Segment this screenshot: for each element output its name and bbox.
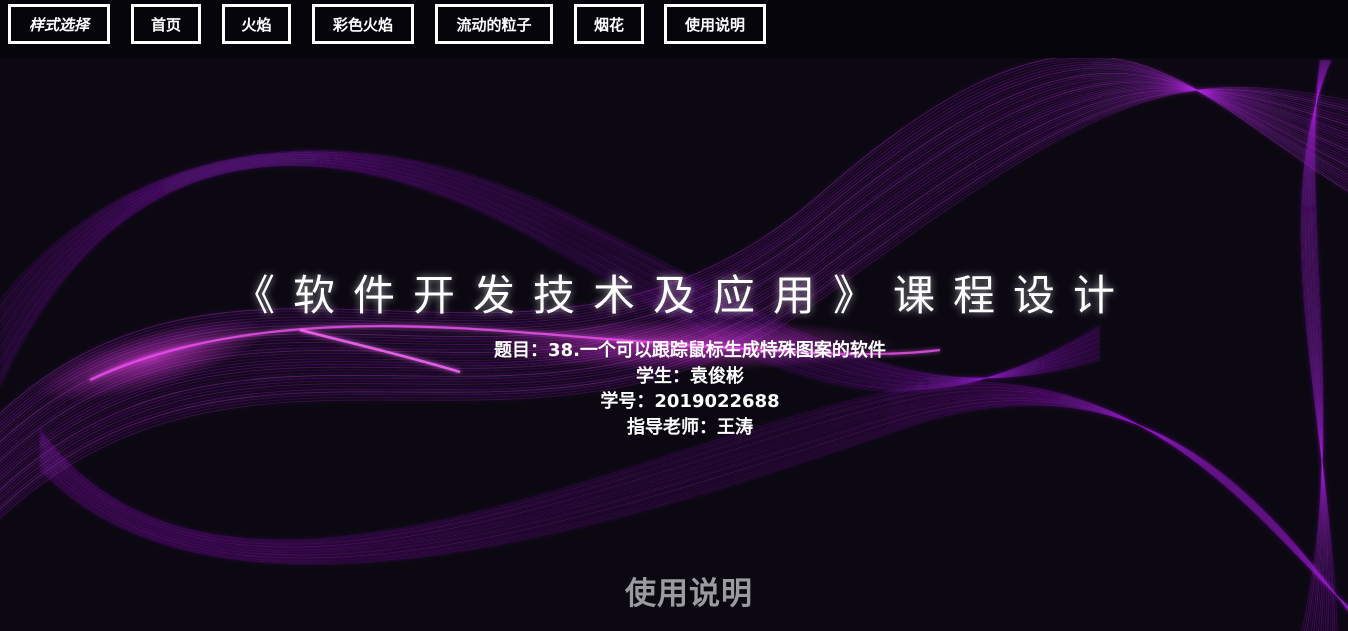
advisor-name: 指导老师：王涛 (627, 417, 753, 438)
student-id: 学号：2019022688 (600, 391, 780, 412)
instructions-button[interactable]: 使用说明 (664, 4, 766, 44)
hero-section: 《软件开发技术及应用》课程设计 题目：38.一个可以跟踪鼠标生成特殊图案的软件 … (0, 0, 1348, 631)
flowing-particles-button[interactable]: 流动的粒子 (435, 4, 553, 44)
color-flame-button[interactable]: 彩色火焰 (312, 4, 414, 44)
student-name: 学生：袁俊彬 (636, 366, 744, 387)
page: 样式选择 首页 火焰 彩色火焰 流动的粒子 烟花 使用说明 《软件开发技术及应用… (0, 0, 1348, 631)
instructions-heading[interactable]: 使用说明 (0, 568, 1348, 613)
top-navigation-bar: 样式选择 首页 火焰 彩色火焰 流动的粒子 烟花 使用说明 (0, 0, 1348, 58)
topic-text: 题目：38.一个可以跟踪鼠标生成特殊图案的软件 (494, 340, 886, 361)
flame-button[interactable]: 火焰 (222, 4, 291, 44)
home-button[interactable]: 首页 (131, 4, 201, 44)
course-title: 《软件开发技术及应用》课程设计 (232, 271, 1133, 320)
fireworks-button[interactable]: 烟花 (574, 4, 644, 44)
style-select-button[interactable]: 样式选择 (8, 4, 110, 44)
